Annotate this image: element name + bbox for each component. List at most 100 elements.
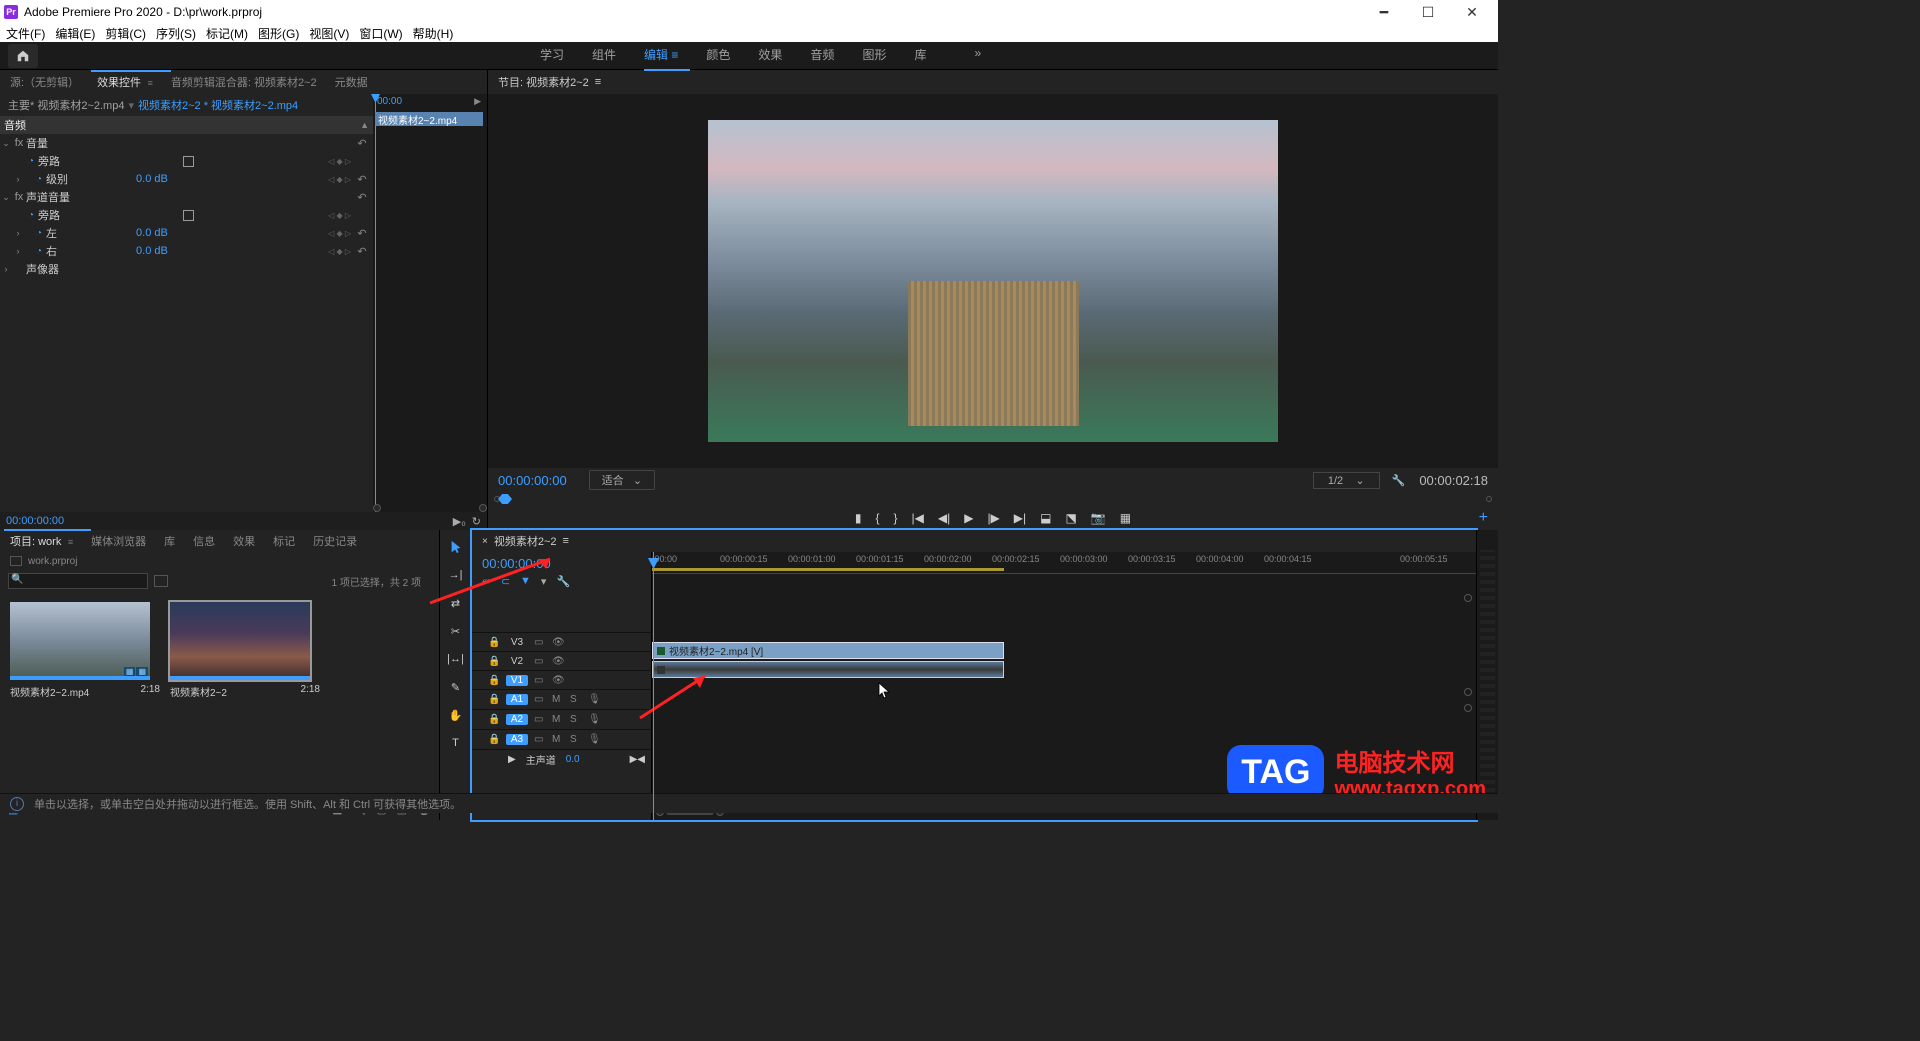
track-v2[interactable]: 🔒V2▭👁 [472,651,651,670]
menu-clip[interactable]: 剪辑(C) [105,25,146,42]
track-a1[interactable]: 🔒A1▭MS🎙 [472,689,651,709]
scroll-dot[interactable] [1464,704,1472,712]
workspace-overflow-button[interactable]: » [974,46,981,65]
timeline-settings-icon[interactable]: ▾ [541,575,547,588]
effect-row-bypass-2[interactable]: ◔旁路◁ ◆ ▷ [0,206,373,224]
workspace-tab-editing[interactable]: 编辑 ≡ [644,46,678,65]
workspace-tab-effects[interactable]: 效果 [758,46,782,65]
tab-effects[interactable]: 效果 [233,533,255,549]
effect-row-left[interactable]: ›◔左0.0 dB◁ ◆ ▷↶ [0,224,373,242]
program-fit-dropdown[interactable]: 适合 ⌄ [589,470,655,490]
go-to-in-button[interactable]: |◀ [911,511,923,525]
step-back-button[interactable]: ◀| [938,511,950,525]
workspace-tab-learn[interactable]: 学习 [540,46,564,65]
menu-graphic[interactable]: 图形(G) [258,25,299,42]
track-a3[interactable]: 🔒A3▭MS🎙 [472,729,651,749]
project-item-sequence[interactable]: 视频素材2~22:18 [170,602,320,788]
effect-section-panner[interactable]: ›声像器 [0,260,373,278]
tab-libraries[interactable]: 库 [164,533,175,549]
workspace-tab-assembly[interactable]: 组件 [592,46,616,65]
project-item-clip[interactable]: ▦▦ 视频素材2~2.mp42:18 [10,602,160,788]
program-scrubber[interactable] [498,494,1488,504]
track-v1[interactable]: 🔒V1▭👁 [472,670,651,689]
menu-edit[interactable]: 编辑(E) [55,25,95,42]
tab-effect-controls[interactable]: 效果控件 ≡ [97,74,153,90]
effect-row-level[interactable]: ›◔级别0.0 dB◁ ◆ ▷↶ [0,170,373,188]
hand-tool[interactable]: ✋ [447,706,465,724]
effect-playhead[interactable] [375,94,376,512]
timeline-timecode[interactable]: 00:00:00:00 [472,552,651,575]
scroll-dot[interactable] [1464,594,1472,602]
menu-view[interactable]: 视图(V) [309,25,349,42]
home-button[interactable] [8,44,38,68]
checkbox-icon[interactable] [183,156,194,167]
tab-history[interactable]: 历史记录 [313,533,357,549]
ripple-edit-tool[interactable]: ⇄ [447,594,465,612]
scrubber-end-handle[interactable] [1486,496,1492,502]
wrench-icon[interactable]: 🔧 [556,575,570,588]
marker-button[interactable]: ▮ [855,511,862,525]
tab-audio-mixer[interactable]: 音频剪辑混合器: 视频素材2~2 [171,74,317,90]
menu-sequence[interactable]: 序列(S) [156,25,196,42]
effect-section-channel-volume[interactable]: ⌄fx声道音量↶ [0,188,373,206]
effect-row-bypass-1[interactable]: ◔旁路◁ ◆ ▷ [0,152,373,170]
program-settings-button[interactable]: 🔧 [1392,474,1406,487]
project-breadcrumb[interactable]: work.prproj [0,552,439,570]
menu-file[interactable]: 文件(F) [6,25,45,42]
filter-icon[interactable] [154,575,168,587]
comparison-button[interactable]: ▦ [1120,511,1131,525]
add-marker-icon[interactable]: ▼ [520,575,531,588]
menu-window[interactable]: 窗口(W) [359,25,402,42]
selection-tool[interactable] [447,538,465,556]
mark-out-button[interactable]: } [893,511,897,525]
minimize-button[interactable]: ━ [1362,0,1406,24]
maximize-button[interactable]: ☐ [1406,0,1450,24]
program-timecode[interactable]: 00:00:00:00 [498,473,567,488]
go-to-out-button[interactable]: ▶| [1014,511,1026,525]
close-button[interactable]: ✕ [1450,0,1494,24]
work-area-bar[interactable] [652,568,1004,571]
workspace-tab-audio[interactable]: 音频 [810,46,834,65]
program-monitor[interactable] [488,94,1498,468]
tab-source[interactable]: 源:（无剪辑） [10,74,79,90]
effect-row-right[interactable]: ›◔右0.0 dB◁ ◆ ▷↶ [0,242,373,260]
tab-markers[interactable]: 标记 [273,533,295,549]
lift-button[interactable]: ⬓ [1040,511,1051,525]
tab-info[interactable]: 信息 [193,533,215,549]
program-resolution-dropdown[interactable]: 1/2 ⌄ [1313,472,1380,489]
menu-marker[interactable]: 标记(M) [206,25,248,42]
track-master[interactable]: ▶主声道0.0▶◀ [472,749,651,769]
track-select-tool[interactable]: →| [447,566,465,584]
workspace-tab-graphics[interactable]: 图形 [862,46,886,65]
add-button[interactable]: + [1479,509,1488,527]
workspace-tab-library[interactable]: 库 [914,46,926,65]
slip-tool[interactable]: |↔| [447,650,465,668]
workspace-tab-color[interactable]: 颜色 [706,46,730,65]
effect-section-volume[interactable]: ⌄fx音量↶ [0,134,373,152]
scroll-dot[interactable] [1464,688,1472,696]
linked-selection-icon[interactable]: ⊂ [501,575,510,588]
checkbox-icon[interactable] [183,210,194,221]
program-scrubber-handle[interactable] [498,494,512,504]
timeline-video-clip[interactable]: 视频素材2~2.mp4 [V] [652,642,1004,659]
loop-icon[interactable]: ↻ [472,515,481,528]
step-forward-button[interactable]: |▶ [987,511,999,525]
snap-icon[interactable]: ⥈ [482,575,491,588]
export-frame-button[interactable]: 📷 [1091,511,1106,525]
pen-tool[interactable]: ✎ [447,678,465,696]
extract-button[interactable]: ⬔ [1066,511,1077,525]
play-only-icon[interactable]: ▶₀ [453,515,466,528]
tab-media-browser[interactable]: 媒体浏览器 [91,533,146,549]
timeline-ruler[interactable]: :00:00 00:00:00:15 00:00:01:00 00:00:01:… [652,552,1476,574]
razor-tool[interactable]: ✂ [447,622,465,640]
tab-project[interactable]: 项目: work ≡ [10,533,73,549]
tab-metadata[interactable]: 元数据 [335,74,368,90]
play-button[interactable]: ▶ [964,511,973,525]
timeline-playhead[interactable] [653,552,654,820]
mark-in-button[interactable]: { [875,511,879,525]
project-search-input[interactable] [8,573,148,589]
timeline-audio-clip[interactable] [652,661,1004,678]
track-a2[interactable]: 🔒A2▭MS🎙 [472,709,651,729]
effect-category-audio[interactable]: 音频▲ [0,116,373,134]
track-v3[interactable]: 🔒V3▭👁 [472,632,651,651]
